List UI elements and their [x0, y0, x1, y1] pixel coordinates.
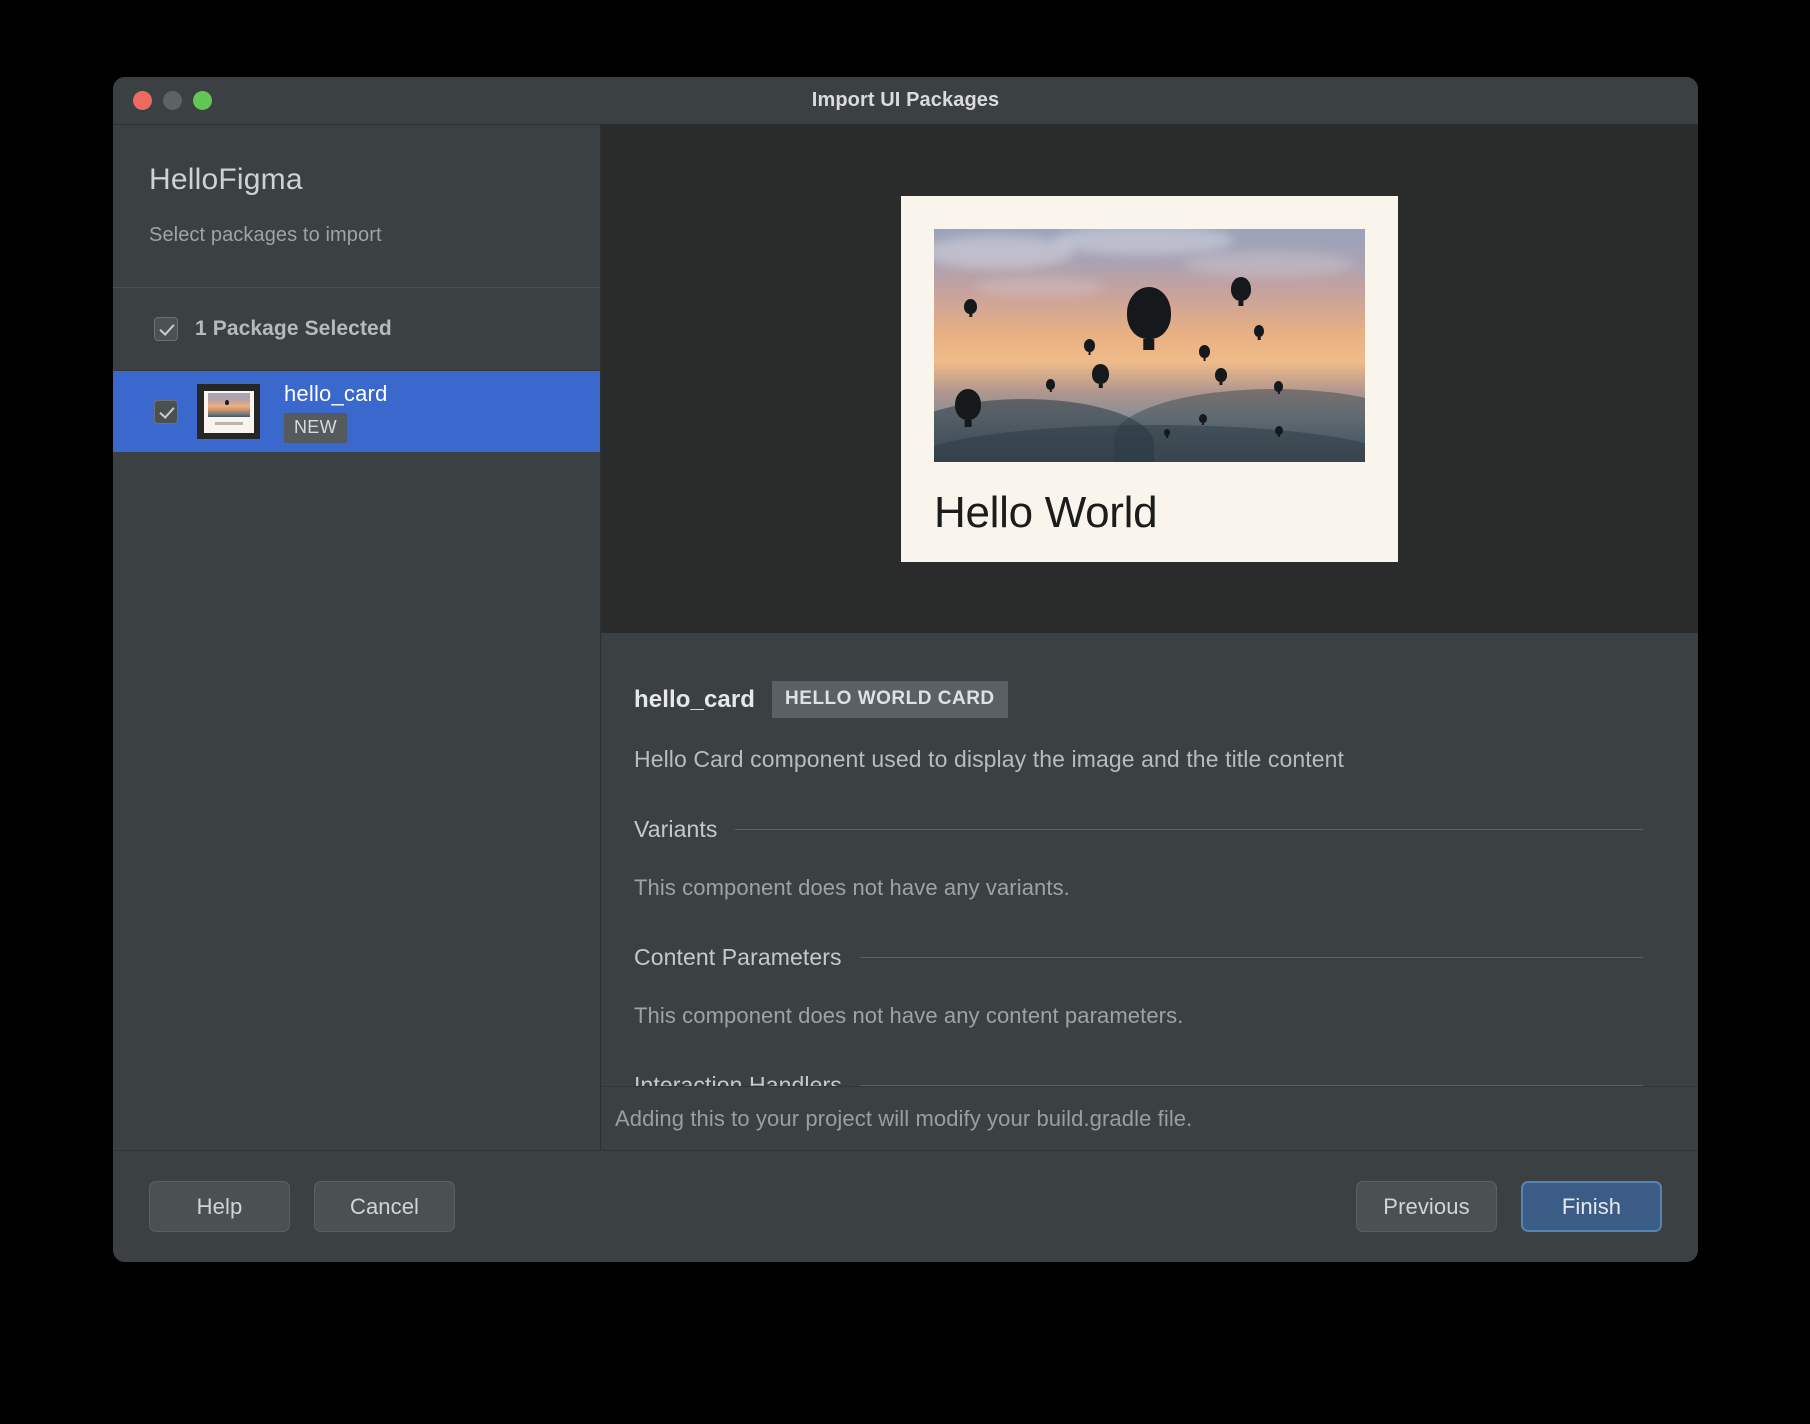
minimize-icon[interactable]: [163, 91, 182, 110]
section-body-content-parameters: This component does not have any content…: [634, 1003, 1184, 1028]
sidebar-header: HelloFigma Select packages to import: [113, 125, 600, 288]
preview-card: Hello World: [901, 196, 1398, 562]
list-item[interactable]: hello_card NEW: [113, 371, 600, 452]
traffic-light-group: [133, 91, 212, 110]
section-body-variants: This component does not have any variant…: [634, 875, 1070, 900]
detail-component-name: hello_card: [634, 685, 756, 713]
finish-button[interactable]: Finish: [1521, 1181, 1662, 1232]
section-divider: [859, 1085, 1643, 1086]
component-details: hello_card HELLO WORLD CARD Hello Card c…: [601, 633, 1698, 1087]
right-pane: Hello World hello_card HELLO WORLD CARD …: [601, 125, 1698, 1150]
window-body: HelloFigma Select packages to import 1 P…: [113, 125, 1698, 1150]
window-title: Import UI Packages: [811, 89, 1000, 111]
previous-button[interactable]: Previous: [1356, 1181, 1497, 1232]
thumbnail-card: [203, 390, 254, 433]
new-badge: NEW: [284, 412, 347, 443]
sidebar-subtitle: Select packages to import: [149, 224, 382, 246]
package-list: hello_card NEW: [113, 371, 600, 1150]
footer-right-buttons: Previous Finish: [1356, 1181, 1662, 1232]
section-label: Interaction Handlers: [634, 1072, 842, 1087]
section-header-variants: Variants: [634, 816, 1643, 843]
window-titlebar: Import UI Packages: [113, 77, 1698, 125]
detail-component-badge: HELLO WORLD CARD: [772, 681, 1008, 718]
select-all-checkbox[interactable]: [154, 317, 178, 341]
preview-card-title: Hello World: [934, 488, 1158, 537]
section-header-interaction-handlers: Interaction Handlers: [634, 1072, 1643, 1087]
dialog-footer: Help Cancel Previous Finish: [113, 1150, 1698, 1262]
help-button[interactable]: Help: [149, 1181, 290, 1232]
package-thumbnail: [197, 384, 260, 439]
detail-description: Hello Card component used to display the…: [634, 746, 1345, 772]
cancel-button[interactable]: Cancel: [314, 1181, 455, 1232]
sidebar: HelloFigma Select packages to import 1 P…: [113, 125, 601, 1150]
package-name: hello_card: [284, 380, 388, 406]
footer-left-buttons: Help Cancel: [149, 1181, 455, 1232]
select-all-row[interactable]: 1 Package Selected: [113, 288, 600, 371]
gradle-note: Adding this to your project will modify …: [615, 1105, 1193, 1131]
component-preview: Hello World: [601, 125, 1698, 633]
preview-image: [934, 229, 1365, 462]
thumbnail-caption-bar: [214, 421, 243, 425]
screen: Import UI Packages HelloFigma Select pac…: [0, 0, 1810, 1424]
section-divider: [735, 829, 1643, 830]
select-all-label: 1 Package Selected: [195, 317, 392, 340]
import-ui-packages-window: Import UI Packages HelloFigma Select pac…: [113, 77, 1698, 1262]
section-header-content-parameters: Content Parameters: [634, 944, 1643, 971]
maximize-icon[interactable]: [193, 91, 212, 110]
project-name: HelloFigma: [149, 163, 303, 196]
close-icon[interactable]: [133, 91, 152, 110]
thumbnail-image: [207, 392, 250, 417]
package-text: hello_card NEW: [284, 381, 388, 443]
section-label: Content Parameters: [634, 944, 842, 970]
section-label: Variants: [634, 816, 718, 842]
section-divider: [859, 957, 1643, 958]
package-checkbox[interactable]: [154, 399, 178, 424]
detail-title-row: hello_card HELLO WORLD CARD: [634, 681, 1643, 718]
